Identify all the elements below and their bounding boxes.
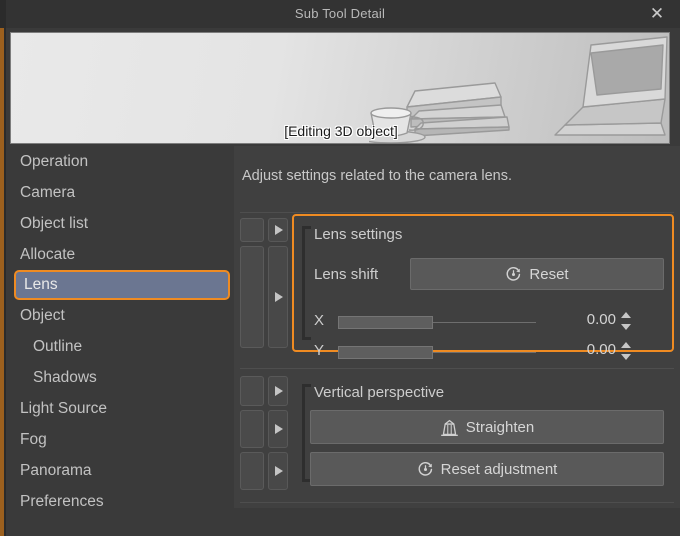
preview-status-label: [Editing 3D object] [284,123,398,139]
lens-shift-label: Lens shift [314,266,379,283]
sidebar-item-label: Panorama [20,462,92,479]
sidebar-item-object[interactable]: Object [6,300,234,331]
sidebar-item-operation[interactable]: Operation [6,146,234,177]
slider-fill [338,346,434,359]
sidebar-item-label: Lens [24,276,58,293]
titlebar[interactable]: Sub Tool Detail ✕ [0,0,680,28]
lens-shift-y-slider[interactable] [338,346,536,359]
reset-adjustment-expand-arrow[interactable] [268,452,288,490]
lens-shift-checkbox[interactable] [240,246,264,348]
vertical-perspective-bracket [302,384,311,482]
panel-description: Adjust settings related to the camera le… [242,168,513,184]
reset-clock-icon [506,266,521,281]
sidebar-item-lens[interactable]: Lens [14,270,230,300]
vertical-perspective-header: Vertical perspective [314,384,445,401]
sidebar-item-label: Outline [33,338,83,355]
lens-settings-expand-arrow[interactable] [268,218,288,242]
lens-shift-reset-label: Reset [529,265,569,283]
sub-tool-detail-window: Sub Tool Detail ✕ [Editing 3D object] Op… [0,0,680,536]
slider-fill [338,316,434,329]
sidebar-item-light-source[interactable]: Light Source [6,393,234,424]
reset-adjustment-button[interactable]: Reset adjustment [310,452,664,486]
lens-shift-x-stepper[interactable] [620,311,633,331]
preview-banner[interactable]: [Editing 3D object] [10,32,670,144]
sidebar-item-camera[interactable]: Camera [6,177,234,208]
sidebar-item-allocate[interactable]: Allocate [6,239,234,270]
straighten-button[interactable]: Straighten [310,410,664,444]
lens-settings-checkbox[interactable] [240,218,264,242]
straighten-checkbox[interactable] [240,410,264,448]
reset-adjustment-checkbox[interactable] [240,452,264,490]
sidebar-item-label: Camera [20,184,76,201]
sidebar-item-preferences[interactable]: Preferences [6,486,234,517]
divider [240,212,674,213]
sidebar-item-label: Preferences [20,493,104,510]
sidebar-item-fog[interactable]: Fog [6,424,234,455]
lens-settings-header: Lens settings [314,226,403,243]
reset-clock-icon [418,461,432,476]
sidebar-item-object-list[interactable]: Object list [6,208,234,239]
lens-shift-reset-button[interactable]: Reset [410,258,664,290]
straighten-label: Straighten [465,418,535,436]
sidebar-item-outline[interactable]: Outline [6,331,234,362]
lens-shift-y-value[interactable]: 0.00 [564,341,616,358]
lens-shift-x-value[interactable]: 0.00 [564,311,616,328]
sidebar-item-label: Allocate [20,246,76,263]
sidebar-item-label: Operation [20,153,89,170]
lens-settings-bracket [302,226,311,340]
lens-shift-expand-arrow[interactable] [268,246,288,348]
building-icon [440,419,458,436]
close-icon[interactable]: ✕ [642,0,672,28]
panel-bottom-strip [234,508,680,536]
straighten-expand-arrow[interactable] [268,410,288,448]
settings-content-panel: Adjust settings related to the camera le… [234,146,680,536]
divider [240,368,674,369]
sidebar-item-label: Light Source [20,400,108,417]
lens-shift-y-stepper[interactable] [620,341,633,361]
lens-shift-y-label: Y [314,342,325,359]
lens-shift-x-slider[interactable] [338,316,536,329]
category-sidebar: Operation Camera Object list Allocate Le… [6,146,234,536]
vertical-perspective-expand-arrow[interactable] [268,376,288,406]
sidebar-item-panorama[interactable]: Panorama [6,455,234,486]
sidebar-item-shadows[interactable]: Shadows [6,362,234,393]
sidebar-item-label: Shadows [33,369,97,386]
window-title: Sub Tool Detail [294,6,386,21]
reset-adjustment-label: Reset adjustment [440,460,558,478]
vertical-perspective-checkbox[interactable] [240,376,264,406]
lens-shift-x-label: X [314,312,325,329]
divider [240,502,674,503]
sidebar-item-label: Fog [20,431,47,448]
sidebar-item-label: Object [20,307,65,324]
sidebar-item-label: Object list [20,215,89,232]
window-left-edge-accent [0,28,4,536]
